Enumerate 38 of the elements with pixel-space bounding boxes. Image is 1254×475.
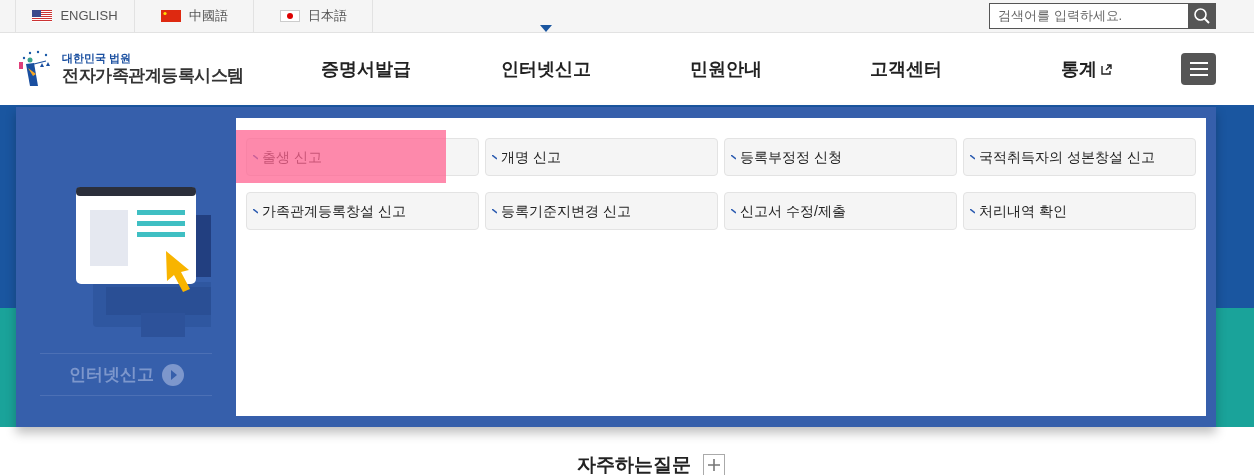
nav-menu-item[interactable]: 인터넷신고	[456, 33, 636, 105]
nav-menu-item[interactable]: 통계	[996, 33, 1176, 105]
menu-icon	[1189, 62, 1208, 76]
search-input[interactable]: 검색어를 입력하세요.	[990, 4, 1188, 28]
flag-icon	[160, 10, 181, 22]
language-link[interactable]: 日本語	[253, 0, 373, 32]
submenu-link[interactable]: 개명 신고	[485, 138, 718, 176]
nav-menu-item[interactable]: 고객센터	[816, 33, 996, 105]
submenu-link[interactable]: 등록기준지변경 신고	[485, 192, 718, 230]
section-caption: 인터넷신고	[68, 363, 154, 386]
bullet-icon	[970, 154, 975, 160]
submenu-link[interactable]: 가족관계등록창설 신고	[246, 192, 479, 230]
bullet-icon	[970, 208, 975, 214]
menu-button[interactable]	[1181, 53, 1216, 85]
search-icon	[1192, 7, 1211, 25]
bullet-icon	[253, 208, 258, 214]
flag-icon	[279, 10, 300, 22]
submenu-link[interactable]: 처리내역 확인	[963, 192, 1196, 230]
search-button[interactable]	[1188, 4, 1215, 28]
nav-menu-item[interactable]: 민원안내	[636, 33, 816, 105]
submenu-link[interactable]: 국적취득자의 성본창설 신고	[963, 138, 1196, 176]
play-icon	[161, 363, 184, 386]
language-link[interactable]: ENGLISH	[15, 0, 135, 32]
search-field[interactable]: 검색어를 입력하세요.	[989, 3, 1216, 29]
bullet-icon	[731, 154, 736, 160]
flag-icon	[32, 10, 53, 22]
submenu-link[interactable]: 등록부정정 신청	[724, 138, 957, 176]
nav-menu-item[interactable]: 증명서발급	[276, 33, 456, 105]
bullet-icon	[492, 208, 497, 214]
expand-button[interactable]	[703, 454, 725, 475]
logo-title: 전자가족관계등록시스템	[62, 65, 244, 87]
submenu-link[interactable]: 신고서 수정/제출	[724, 192, 957, 230]
faq-title: 자주하는질문	[577, 453, 691, 475]
plus-icon	[708, 459, 720, 472]
bullet-icon	[492, 154, 497, 160]
logo-subtitle: 대한민국 법원	[62, 51, 133, 66]
bullet-icon	[731, 208, 736, 214]
language-link[interactable]: 中國語	[134, 0, 254, 32]
